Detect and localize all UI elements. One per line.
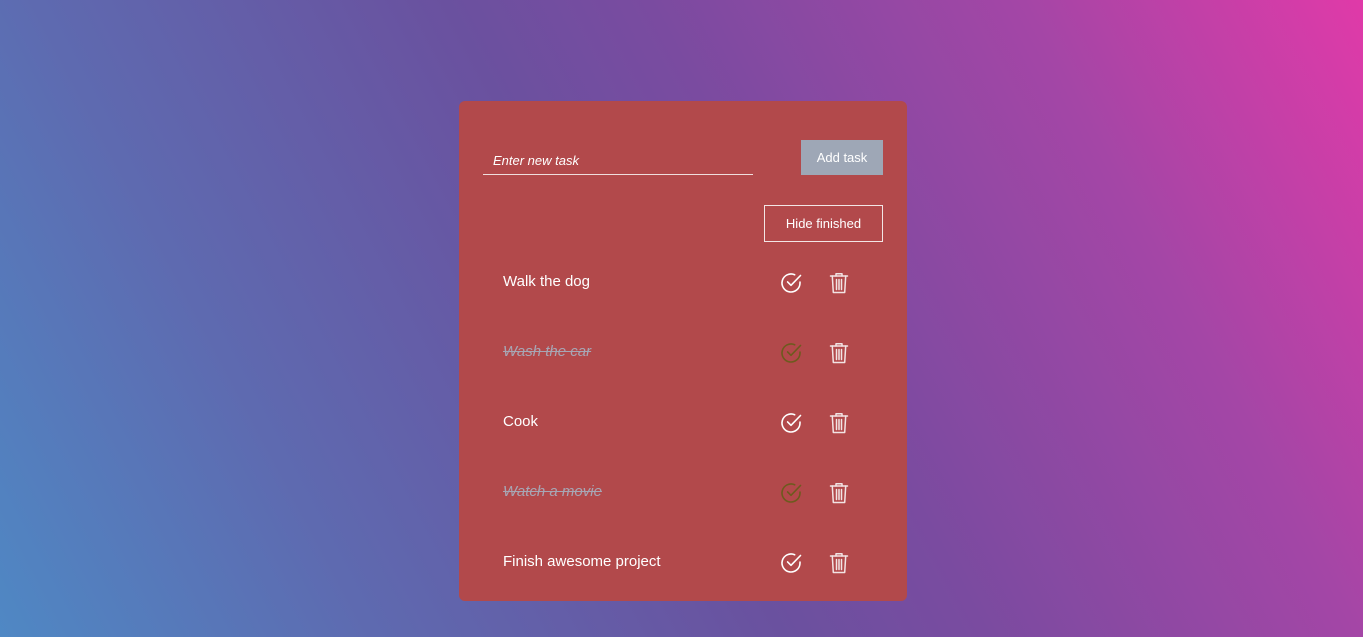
todo-card: Add task Hide finished Walk the dog Wash… xyxy=(459,101,907,601)
task-text: Cook xyxy=(503,413,539,430)
add-task-button[interactable]: Add task xyxy=(801,140,883,175)
trash-icon[interactable] xyxy=(828,481,850,505)
task-text: Finish awesome project xyxy=(503,553,661,570)
task-row: Wash the car xyxy=(459,317,907,387)
new-task-field xyxy=(483,148,753,175)
check-circle-icon[interactable] xyxy=(779,411,803,435)
task-text: Wash the car xyxy=(503,343,592,360)
check-circle-icon[interactable] xyxy=(779,481,803,505)
task-row: Cook xyxy=(459,387,907,457)
task-row: Watch a movie xyxy=(459,457,907,527)
trash-icon[interactable] xyxy=(828,271,850,295)
trash-icon[interactable] xyxy=(828,551,850,575)
task-list: Walk the dog Wash the car Cook Watch a m… xyxy=(459,247,907,597)
check-circle-icon[interactable] xyxy=(779,271,803,295)
hide-finished-button[interactable]: Hide finished xyxy=(764,205,883,242)
new-task-input[interactable] xyxy=(483,148,753,172)
trash-icon[interactable] xyxy=(828,411,850,435)
task-row: Finish awesome project xyxy=(459,527,907,597)
task-text: Watch a movie xyxy=(503,483,602,500)
trash-icon[interactable] xyxy=(828,341,850,365)
task-row: Walk the dog xyxy=(459,247,907,317)
check-circle-icon[interactable] xyxy=(779,551,803,575)
task-text: Walk the dog xyxy=(503,273,590,290)
check-circle-icon[interactable] xyxy=(779,341,803,365)
